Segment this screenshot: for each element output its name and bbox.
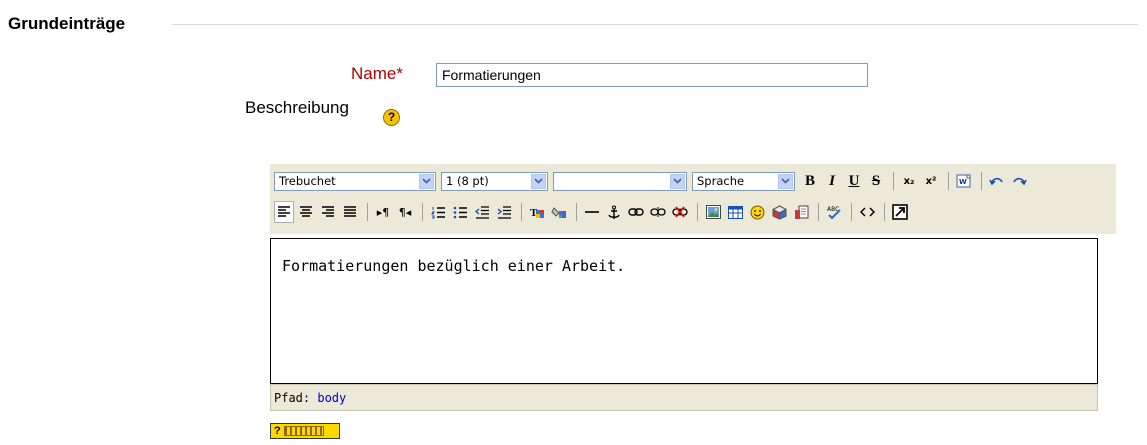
background-color-icon[interactable] bbox=[549, 201, 569, 223]
redo-icon[interactable] bbox=[1009, 170, 1029, 192]
align-left-icon[interactable] bbox=[274, 201, 294, 223]
toolbar-separator bbox=[818, 203, 819, 221]
toolbar-separator bbox=[893, 172, 894, 190]
path-link-body[interactable]: body bbox=[317, 391, 346, 405]
description-label: Beschreibung bbox=[245, 98, 349, 117]
unordered-list-icon[interactable] bbox=[450, 201, 470, 223]
horizontal-rule-icon[interactable] bbox=[582, 201, 602, 223]
smiley-icon[interactable] bbox=[747, 201, 767, 223]
name-label: Name* bbox=[351, 64, 403, 83]
align-right-icon[interactable] bbox=[318, 201, 338, 223]
ltr-icon[interactable]: ▸¶ bbox=[373, 201, 393, 223]
ordered-list-icon[interactable] bbox=[428, 201, 448, 223]
toolbar-separator bbox=[851, 203, 852, 221]
nolink-icon[interactable] bbox=[670, 201, 690, 223]
editor-content-area[interactable]: Formatierungen bezüglich einer Arbeit. bbox=[270, 238, 1098, 384]
insert-table-icon[interactable] bbox=[725, 201, 745, 223]
toolbar-separator bbox=[521, 203, 522, 221]
unlink-icon[interactable] bbox=[648, 201, 668, 223]
keyboard-help-icon[interactable]: ? bbox=[270, 423, 340, 439]
underline-button[interactable]: U bbox=[844, 170, 864, 192]
chevron-down-icon bbox=[670, 173, 685, 189]
outdent-icon[interactable] bbox=[472, 201, 492, 223]
undo-icon[interactable] bbox=[987, 170, 1007, 192]
spellcheck-icon[interactable]: ABC bbox=[824, 201, 844, 223]
toolbar-separator bbox=[422, 203, 423, 221]
chevron-down-icon bbox=[531, 173, 546, 189]
section-legend: Grundeinträge bbox=[8, 14, 126, 33]
section-divider bbox=[172, 24, 1138, 25]
toolbar-separator bbox=[697, 203, 698, 221]
chevron-down-icon bbox=[778, 173, 793, 189]
keyboard-icon bbox=[283, 426, 324, 436]
italic-button[interactable]: I bbox=[822, 170, 842, 192]
special-char-icon[interactable] bbox=[769, 201, 789, 223]
search-replace-icon[interactable] bbox=[791, 201, 811, 223]
size-select-value: 1 (8 pt) bbox=[446, 174, 489, 188]
toolbar-separator bbox=[948, 172, 949, 190]
font-select[interactable]: Trebuchet bbox=[274, 171, 436, 191]
style-select[interactable] bbox=[553, 171, 687, 191]
text-color-icon[interactable]: T bbox=[527, 201, 547, 223]
help-icon[interactable]: ? bbox=[383, 109, 400, 126]
align-center-icon[interactable] bbox=[296, 201, 316, 223]
align-justify-icon[interactable] bbox=[340, 201, 360, 223]
toolbar-row-1: Trebuchet 1 (8 pt) Sprache B I U S x₂ x²… bbox=[274, 169, 1031, 193]
editor-toolbar: Trebuchet 1 (8 pt) Sprache B I U S x₂ x²… bbox=[270, 164, 1116, 234]
superscript-button[interactable]: x² bbox=[921, 170, 941, 192]
font-select-value: Trebuchet bbox=[279, 174, 336, 188]
help-question-icon: ? bbox=[274, 425, 281, 437]
bold-button[interactable]: B bbox=[800, 170, 820, 192]
chevron-down-icon bbox=[419, 173, 434, 189]
name-input[interactable] bbox=[436, 63, 868, 87]
editor-statusbar: Pfad: body bbox=[270, 384, 1098, 411]
language-select[interactable]: Sprache bbox=[692, 171, 795, 191]
language-select-value: Sprache bbox=[697, 174, 745, 188]
rtl-icon[interactable]: ¶◂ bbox=[395, 201, 415, 223]
strikethrough-button[interactable]: S bbox=[866, 170, 886, 192]
size-select[interactable]: 1 (8 pt) bbox=[441, 171, 548, 191]
toolbar-separator bbox=[576, 203, 577, 221]
html-source-icon[interactable] bbox=[857, 201, 877, 223]
subscript-button[interactable]: x₂ bbox=[899, 170, 919, 192]
toolbar-separator bbox=[884, 203, 885, 221]
link-icon[interactable] bbox=[626, 201, 646, 223]
path-label: Pfad: bbox=[274, 391, 311, 405]
fullscreen-icon[interactable] bbox=[890, 201, 910, 223]
toolbar-separator bbox=[981, 172, 982, 190]
paste-word-icon[interactable]: W bbox=[954, 170, 974, 192]
anchor-icon[interactable] bbox=[604, 201, 624, 223]
indent-icon[interactable] bbox=[494, 201, 514, 223]
insert-image-icon[interactable] bbox=[703, 201, 723, 223]
svg-text:W: W bbox=[959, 178, 967, 186]
toolbar-separator bbox=[367, 203, 368, 221]
toolbar-row-2: ▸¶ ¶◂ T ABC bbox=[274, 200, 912, 224]
